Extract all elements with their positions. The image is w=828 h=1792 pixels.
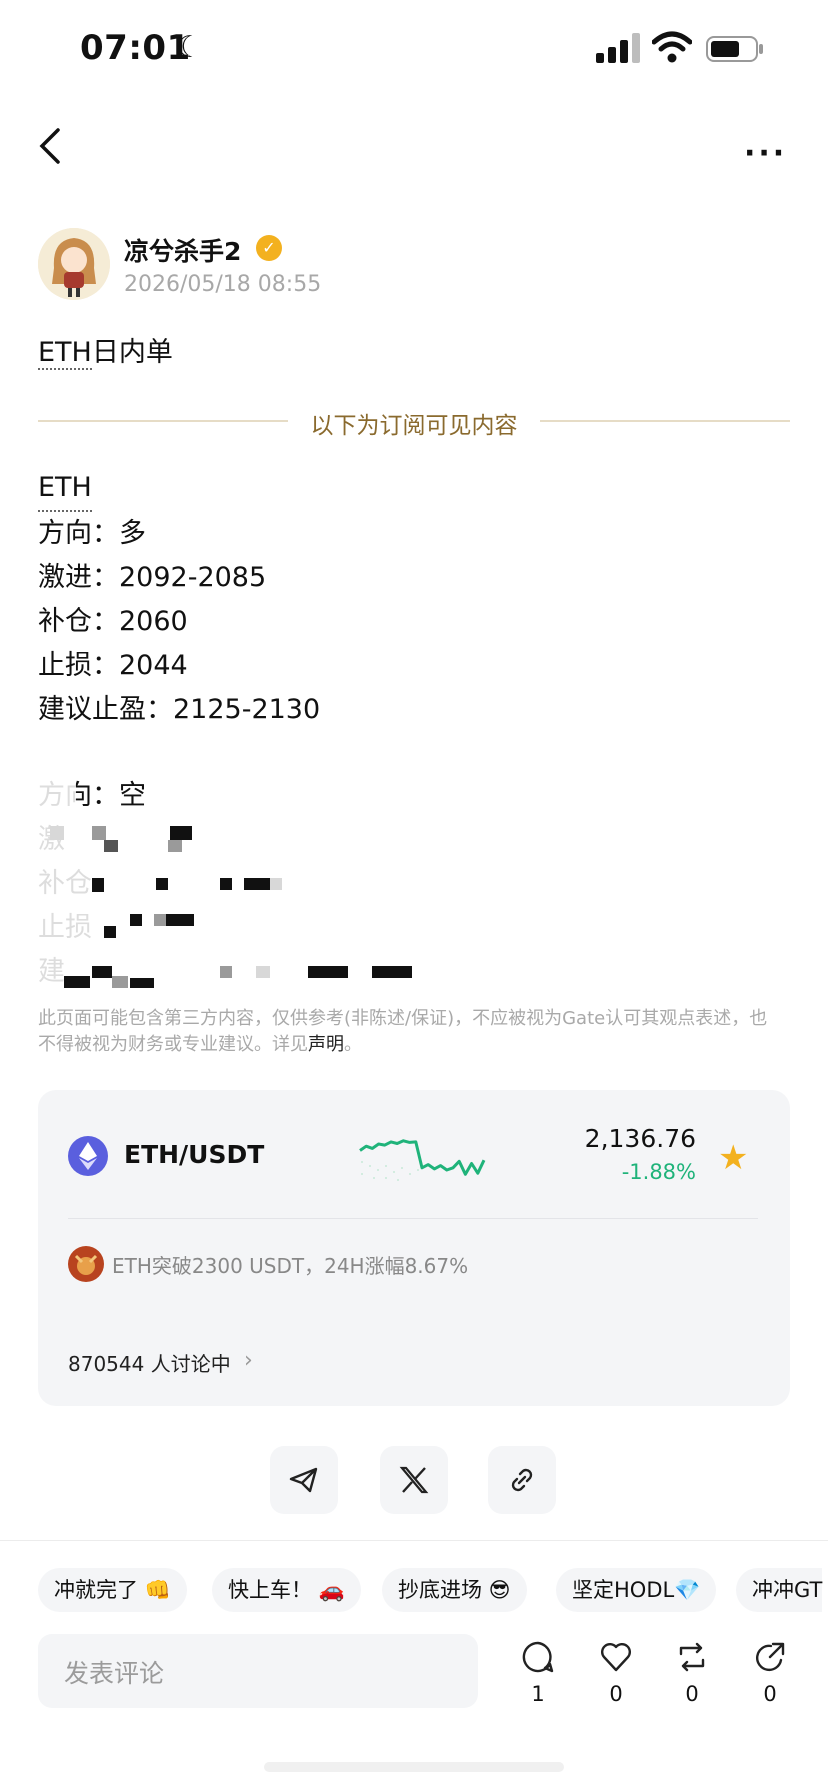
discussion-count[interactable]: 870544 人讨论中 — [68, 1348, 231, 1377]
ticker-change: -1.88% — [621, 1160, 696, 1184]
like-count: 0 — [609, 1682, 623, 1706]
trade-line: 方向：多 — [38, 518, 146, 549]
post-date: 2026/05/18 08:55 — [124, 272, 322, 297]
link-icon — [511, 1468, 533, 1492]
verified-badge-icon: ✓ — [256, 235, 282, 261]
share-count: 0 — [763, 1682, 777, 1706]
share-action[interactable]: 0 — [748, 1640, 792, 1706]
comment-action[interactable]: 1 — [516, 1640, 560, 1706]
disclaimer: 此页面可能包含第三方内容，仅供参考(非陈述/保证)，不应被视为Gate认可其观点… — [38, 1008, 768, 1055]
trade-line: 止损：2044 — [38, 650, 188, 681]
repost-count: 0 — [685, 1682, 699, 1706]
cellular-signal-icon — [596, 33, 640, 63]
share-x-button[interactable] — [380, 1446, 448, 1514]
card-divider — [68, 1218, 758, 1219]
author-name[interactable]: 凉兮杀手2 — [124, 232, 241, 268]
disclaimer-link[interactable]: 声明 — [308, 1034, 344, 1055]
trade-line: 建议止盈：2125-2130 — [38, 694, 321, 725]
trade-line: ETH — [38, 466, 92, 512]
comment-input[interactable]: 发表评论 — [38, 1634, 478, 1708]
price-sparkline — [359, 1139, 486, 1181]
ticker-price: 2,136.76 — [584, 1124, 696, 1153]
more-options-icon[interactable]: ··· — [744, 136, 787, 171]
share-icon — [756, 1642, 785, 1672]
repost-action[interactable]: 0 — [670, 1640, 714, 1706]
x-icon — [399, 1466, 429, 1494]
comment-count: 1 — [531, 1682, 545, 1706]
quick-tag[interactable]: 冲冲GT — [736, 1568, 823, 1612]
comment-icon — [522, 1641, 554, 1673]
chevron-right-icon[interactable]: › — [244, 1348, 253, 1373]
repost-icon — [679, 1642, 705, 1672]
ticker-news[interactable]: ETH突破2300 USDT，24H涨幅8.67% — [112, 1250, 468, 1279]
trade-details: ETH 方向：多 激进：2092-2085 补仓：2060 止损：2044 建议… — [38, 466, 320, 732]
moon-icon: ☾ — [176, 30, 203, 65]
battery-icon — [706, 36, 763, 62]
quick-tag[interactable]: 快上车！ 🚗 — [212, 1568, 361, 1612]
eth-icon — [68, 1136, 108, 1176]
trade-line: 激进：2092-2085 — [38, 562, 267, 593]
star-favorite-icon[interactable]: ★ — [718, 1138, 748, 1178]
news-avatar — [68, 1246, 104, 1282]
share-link-button[interactable] — [488, 1446, 556, 1514]
author-avatar[interactable] — [38, 228, 110, 300]
telegram-icon — [289, 1467, 318, 1493]
back-arrow-icon[interactable] — [36, 126, 66, 166]
trade-line: 补仓：2060 — [38, 606, 188, 637]
section-separator — [0, 1540, 828, 1541]
ticker-pair[interactable]: ETH/USDT — [124, 1140, 264, 1169]
home-indicator — [264, 1762, 564, 1772]
like-action[interactable]: 0 — [594, 1640, 638, 1706]
status-time: 07:01 — [80, 28, 191, 68]
post-title: ETH日内单 — [38, 337, 173, 370]
quick-tag[interactable]: 抄底进场 😎 — [382, 1568, 527, 1612]
wifi-icon — [652, 31, 692, 63]
share-telegram-button[interactable] — [270, 1446, 338, 1514]
heart-icon — [601, 1643, 631, 1672]
subscribe-label: 以下为订阅可见内容 — [310, 413, 518, 439]
quick-tag[interactable]: 冲就完了 👊 — [38, 1568, 187, 1612]
quick-tag[interactable]: 坚定HODL💎 — [556, 1568, 717, 1612]
